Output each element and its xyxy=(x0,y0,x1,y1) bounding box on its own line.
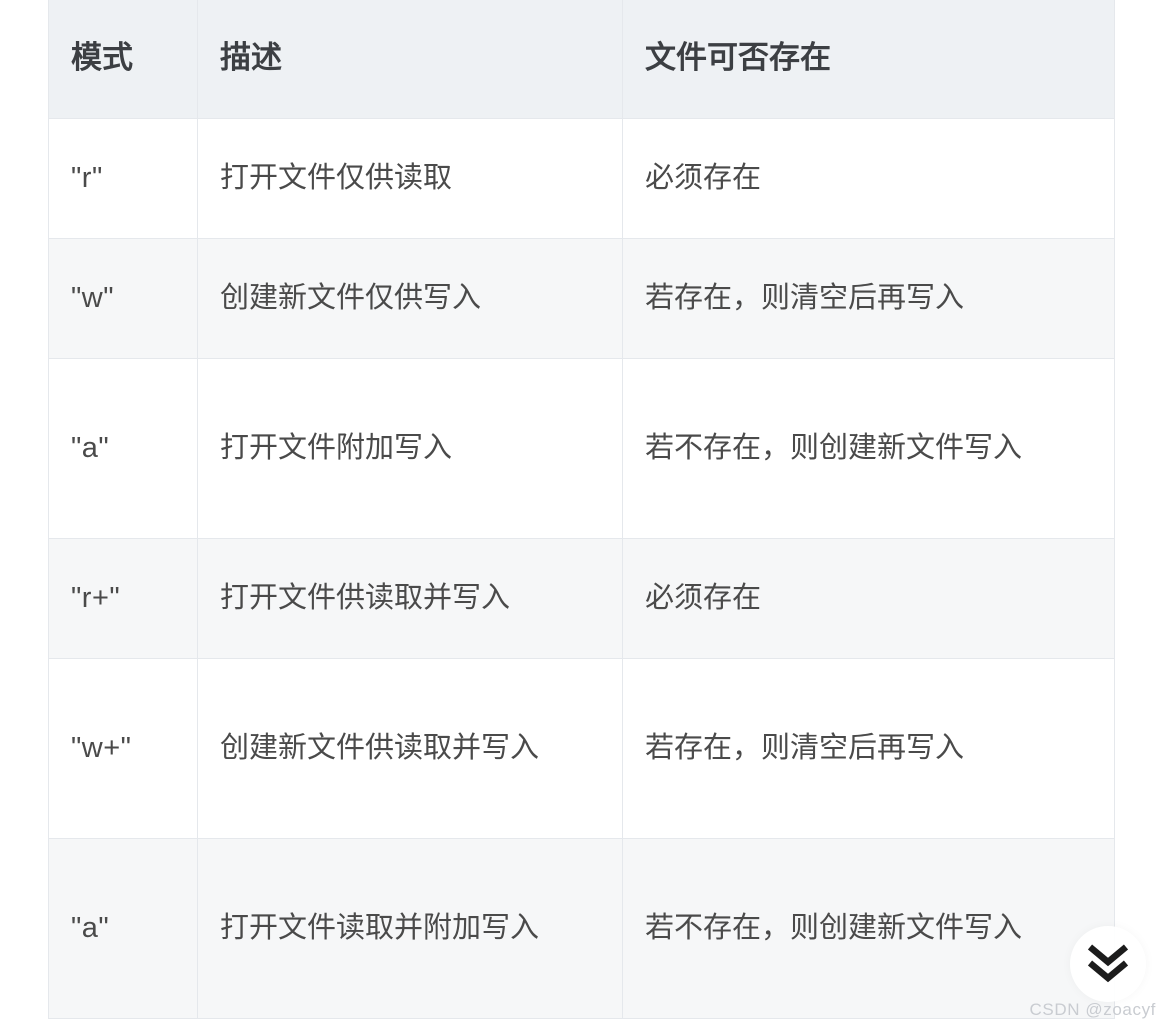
file-modes-table: 模式 描述 文件可否存在 "r" 打开文件仅供读取 必须存在 "w" 创建新文件… xyxy=(48,0,1115,1019)
cell-mode: "w" xyxy=(48,237,198,359)
cell-mode: "a" xyxy=(48,357,198,539)
table-row: "r" 打开文件仅供读取 必须存在 xyxy=(48,117,1115,239)
page-root: 模式 描述 文件可否存在 "r" 打开文件仅供读取 必须存在 "w" 创建新文件… xyxy=(0,0,1164,1024)
file-modes-table-container: 模式 描述 文件可否存在 "r" 打开文件仅供读取 必须存在 "w" 创建新文件… xyxy=(48,0,1115,1019)
column-header-existence: 文件可否存在 xyxy=(622,0,1115,119)
cell-description: 创建新文件供读取并写入 xyxy=(197,657,623,839)
chevron-double-down-icon xyxy=(1085,943,1131,985)
cell-description: 打开文件仅供读取 xyxy=(197,117,623,239)
table-header-row: 模式 描述 文件可否存在 xyxy=(48,0,1115,119)
cell-existence: 必须存在 xyxy=(622,117,1115,239)
scroll-down-button[interactable] xyxy=(1070,926,1146,1002)
watermark-label: CSDN @zoacyf xyxy=(1029,1000,1156,1019)
table-header: 模式 描述 文件可否存在 xyxy=(48,0,1115,119)
cell-existence: 若不存在，则创建新文件写入 xyxy=(622,837,1115,1019)
cell-existence: 若存在，则清空后再写入 xyxy=(622,657,1115,839)
cell-description: 打开文件供读取并写入 xyxy=(197,537,623,659)
table-row: "r+" 打开文件供读取并写入 必须存在 xyxy=(48,537,1115,659)
cell-description: 打开文件读取并附加写入 xyxy=(197,837,623,1019)
cell-existence: 若不存在，则创建新文件写入 xyxy=(622,357,1115,539)
cell-mode: "a" xyxy=(48,837,198,1019)
cell-description: 创建新文件仅供写入 xyxy=(197,237,623,359)
cell-mode: "r+" xyxy=(48,537,198,659)
cell-mode: "w+" xyxy=(48,657,198,839)
cell-mode: "r" xyxy=(48,117,198,239)
table-body: "r" 打开文件仅供读取 必须存在 "w" 创建新文件仅供写入 若存在，则清空后… xyxy=(48,117,1115,1019)
cell-description: 打开文件附加写入 xyxy=(197,357,623,539)
table-row: "w" 创建新文件仅供写入 若存在，则清空后再写入 xyxy=(48,237,1115,359)
column-header-description: 描述 xyxy=(197,0,623,119)
table-row: "w+" 创建新文件供读取并写入 若存在，则清空后再写入 xyxy=(48,657,1115,839)
column-header-mode: 模式 xyxy=(48,0,198,119)
cell-existence: 若存在，则清空后再写入 xyxy=(622,237,1115,359)
cell-existence: 必须存在 xyxy=(622,537,1115,659)
table-row: "a" 打开文件附加写入 若不存在，则创建新文件写入 xyxy=(48,357,1115,539)
table-row: "a" 打开文件读取并附加写入 若不存在，则创建新文件写入 xyxy=(48,837,1115,1019)
